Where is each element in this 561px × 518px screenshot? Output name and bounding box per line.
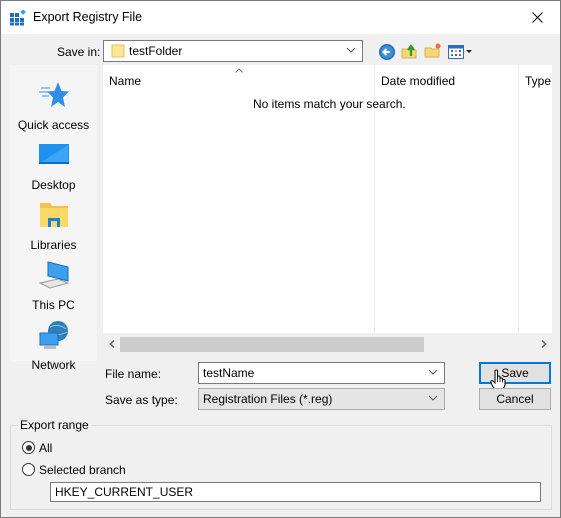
view-menu-icon: [448, 45, 472, 59]
scroll-right-button[interactable]: [535, 336, 552, 351]
close-button[interactable]: [515, 1, 560, 34]
save-in-combo[interactable]: testFolder: [103, 40, 363, 62]
place-this-pc[interactable]: This PC: [10, 259, 97, 312]
chevron-right-icon: [540, 339, 547, 348]
radio-all[interactable]: [22, 441, 35, 454]
cancel-button-label: Cancel: [496, 392, 534, 406]
chevron-left-icon: [108, 339, 115, 348]
save-in-value: testFolder: [129, 44, 183, 58]
cancel-button[interactable]: Cancel: [479, 388, 551, 410]
column-header-name[interactable]: Name: [109, 74, 141, 88]
file-name-value: testName: [203, 366, 255, 380]
star-icon: [38, 82, 69, 107]
place-desktop[interactable]: Desktop: [10, 139, 97, 192]
scroll-left-button[interactable]: [103, 336, 120, 351]
folder-icon: [111, 44, 125, 58]
chevron-down-icon: [428, 395, 438, 401]
registry-icon: [10, 10, 26, 26]
file-name-input[interactable]: testName: [198, 362, 445, 384]
file-name-label: File name:: [105, 367, 162, 381]
save-in-label: Save in:: [57, 45, 101, 59]
save-as-type-value: Registration Files (*.reg): [203, 392, 333, 406]
radio-selected-branch-label[interactable]: Selected branch: [39, 463, 126, 477]
title-bar: Export Registry File: [1, 1, 560, 34]
place-label: Libraries: [30, 238, 77, 252]
place-label: Quick access: [17, 118, 90, 132]
chevron-down-icon: [428, 369, 438, 375]
save-as-type-label: Save as type:: [105, 393, 178, 407]
export-registry-dialog: Export Registry File Save in: testFolder: [0, 0, 561, 518]
view-menu-button[interactable]: [448, 43, 474, 61]
up-folder-icon[interactable]: [401, 42, 419, 60]
column-separator[interactable]: [518, 65, 519, 333]
desktop-icon: [38, 144, 69, 164]
close-icon: [532, 12, 543, 23]
sort-ascending-icon: [235, 68, 243, 73]
place-label: Desktop: [31, 178, 76, 192]
places-bar: Quick access Desktop Libraries This PC N…: [10, 65, 97, 372]
back-icon[interactable]: [378, 43, 396, 61]
radio-selected-branch[interactable]: [22, 463, 35, 476]
export-range-group: Export range All Selected branch HKEY_CU…: [10, 418, 552, 510]
scrollbar-thumb[interactable]: [120, 337, 424, 352]
branch-path-value: HKEY_CURRENT_USER: [55, 485, 194, 499]
new-folder-icon[interactable]: [424, 42, 442, 60]
radio-all-label[interactable]: All: [39, 441, 52, 455]
horizontal-scrollbar[interactable]: [103, 335, 552, 352]
network-icon: [39, 321, 68, 349]
place-label: Network: [31, 358, 76, 372]
column-header-date-modified[interactable]: Date modified: [381, 74, 455, 88]
window-title: Export Registry File: [33, 10, 143, 24]
libraries-icon: [39, 203, 68, 227]
place-network[interactable]: Network: [10, 319, 97, 372]
place-quick-access[interactable]: Quick access: [10, 79, 97, 132]
save-as-type-select[interactable]: Registration Files (*.reg): [198, 388, 445, 410]
file-list[interactable]: Name Date modified Type No items match y…: [103, 65, 552, 333]
computer-icon: [38, 261, 70, 289]
chevron-down-icon: [346, 47, 356, 53]
place-label: This PC: [32, 298, 75, 312]
column-header-type[interactable]: Type: [525, 74, 551, 88]
place-libraries[interactable]: Libraries: [10, 199, 97, 252]
export-range-legend: Export range: [18, 418, 91, 432]
branch-path-input[interactable]: HKEY_CURRENT_USER: [50, 482, 541, 502]
empty-message: No items match your search.: [253, 97, 406, 111]
